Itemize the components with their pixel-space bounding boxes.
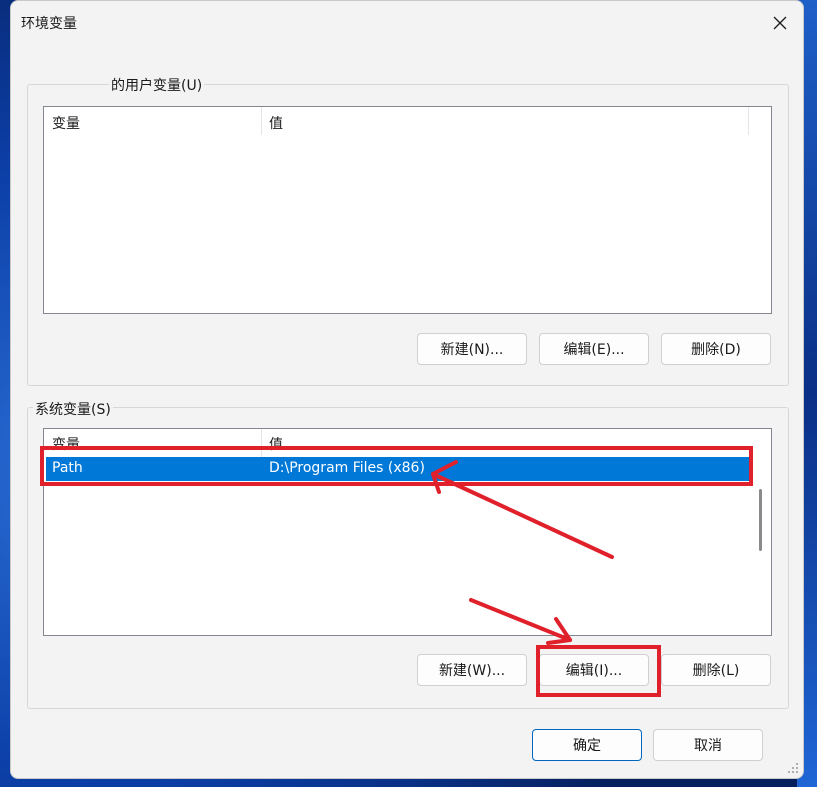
user-variables-list[interactable]: 变量 值 xyxy=(43,106,772,314)
vertical-scrollbar[interactable] xyxy=(759,489,762,551)
column-header-variable[interactable]: 变量 xyxy=(52,434,80,454)
column-header-variable[interactable]: 变量 xyxy=(52,113,80,133)
dialog-title: 环境变量 xyxy=(21,16,77,32)
user-new-button[interactable]: 新建(N)... xyxy=(417,333,527,365)
row-variable-name: Path xyxy=(52,460,83,476)
system-variables-label: 系统变量(S) xyxy=(33,399,113,419)
user-list-header: 变量 值 xyxy=(44,107,771,135)
system-edit-button[interactable]: 编辑(I)... xyxy=(539,654,649,686)
user-variables-label: 的用户变量(U) xyxy=(109,75,205,95)
title-bar: 环境变量 xyxy=(11,1,803,45)
column-header-value[interactable]: 值 xyxy=(269,113,283,133)
user-delete-button[interactable]: 删除(D) xyxy=(661,333,771,365)
user-edit-button[interactable]: 编辑(E)... xyxy=(539,333,649,365)
system-variables-list[interactable]: 变量 值 Path D:\Program Files (x86) xyxy=(43,428,772,636)
close-icon xyxy=(773,16,787,30)
close-button[interactable] xyxy=(757,1,803,45)
system-list-header: 变量 值 xyxy=(44,429,771,457)
column-header-value[interactable]: 值 xyxy=(269,434,283,454)
system-new-button[interactable]: 新建(W)... xyxy=(417,654,527,686)
system-delete-button[interactable]: 删除(L) xyxy=(661,654,771,686)
resize-grip-icon[interactable] xyxy=(787,762,799,774)
cancel-button[interactable]: 取消 xyxy=(653,729,763,761)
table-row-path[interactable]: Path D:\Program Files (x86) xyxy=(46,457,752,481)
ok-button[interactable]: 确定 xyxy=(532,729,642,761)
environment-variables-dialog: 环境变量 的用户变量(U) 变量 值 新建(N)... 编辑(E)... 删除(… xyxy=(10,0,804,779)
row-variable-value: D:\Program Files (x86) xyxy=(269,460,425,476)
